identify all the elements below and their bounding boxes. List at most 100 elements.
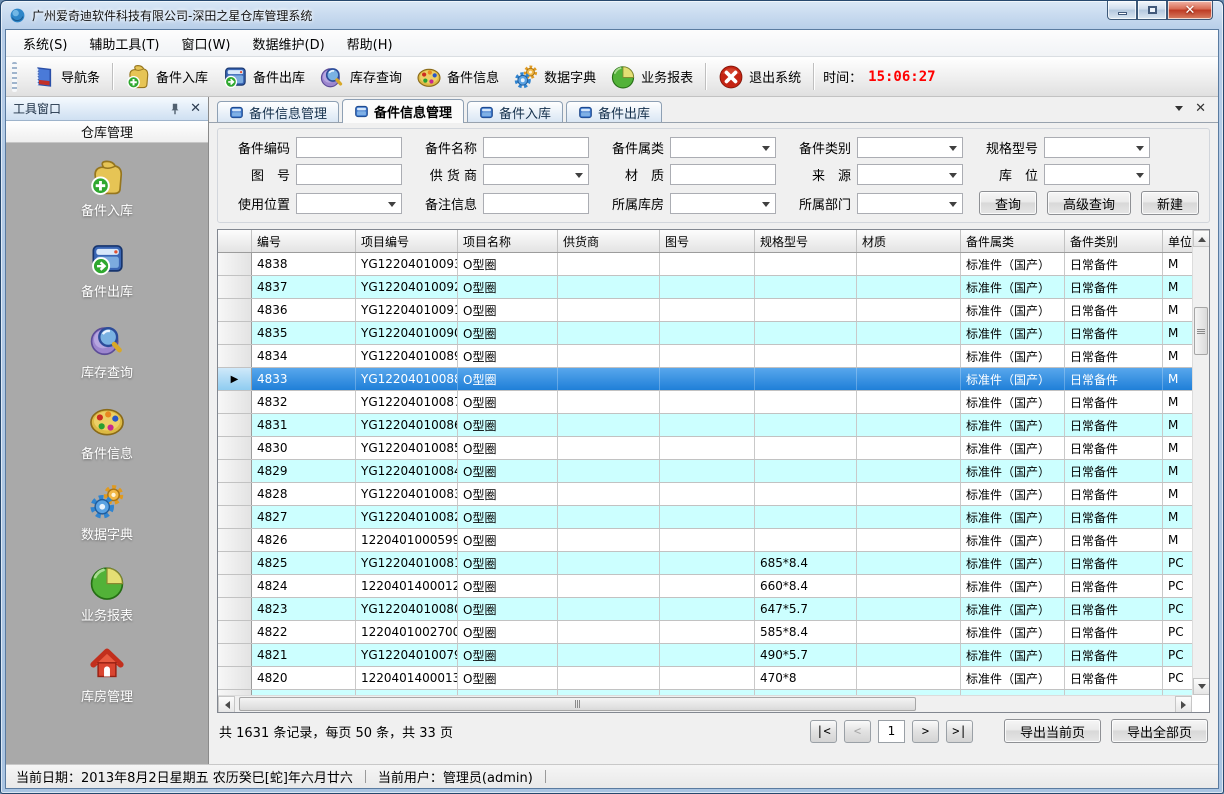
text-input-field[interactable] <box>296 137 402 158</box>
table-row[interactable]: ▶4833YG12204010088O型圈标准件（国产）日常备件M <box>218 368 1192 391</box>
row-header-cell[interactable] <box>218 345 252 367</box>
column-header[interactable]: 规格型号 <box>755 230 857 252</box>
dropdown-field[interactable] <box>1044 137 1150 158</box>
vertical-scroll-thumb[interactable] <box>1194 307 1208 355</box>
dropdown-field[interactable] <box>483 164 589 185</box>
close-button[interactable]: ✕ <box>1167 1 1213 20</box>
toolbar-grip[interactable] <box>12 62 17 92</box>
vertical-scroll-track[interactable] <box>1193 247 1209 678</box>
sidebar-item-1[interactable]: 备件入库 <box>6 159 208 219</box>
sidebar-item-6[interactable]: 业务报表 <box>6 564 208 624</box>
row-header-cell[interactable] <box>218 644 252 666</box>
table-row[interactable]: 4823YG12204010080O型圈647*5.7标准件（国产）日常备件PC <box>218 598 1192 621</box>
column-header[interactable]: 备件属类 <box>961 230 1065 252</box>
table-row[interactable]: 4832YG12204010087O型圈标准件（国产）日常备件M <box>218 391 1192 414</box>
tab-4[interactable]: 备件出库 <box>566 101 662 122</box>
query-button[interactable]: 查询 <box>979 191 1037 215</box>
column-header[interactable]: 备件类别 <box>1065 230 1163 252</box>
table-row[interactable]: 4827YG12204010082O型圈标准件（国产）日常备件M <box>218 506 1192 529</box>
column-header[interactable]: 项目名称 <box>458 230 558 252</box>
row-header-cell[interactable] <box>218 460 252 482</box>
table-row[interactable]: 4821YG12204010079O型圈490*5.7标准件（国产）日常备件PC <box>218 644 1192 667</box>
row-header-cell[interactable]: ▶ <box>218 368 252 390</box>
row-header-cell[interactable] <box>218 253 252 275</box>
new-button[interactable]: 新建 <box>1141 191 1199 215</box>
next-page-button[interactable]: > <box>912 720 939 743</box>
menu-item-1[interactable]: 系统(S) <box>12 31 78 56</box>
toolbar-button-5[interactable]: 备件信息 <box>409 60 506 94</box>
table-row[interactable]: 4836YG12204010091O型圈标准件（国产）日常备件M <box>218 299 1192 322</box>
dropdown-field[interactable] <box>670 193 776 214</box>
scroll-up-button[interactable] <box>1193 230 1210 247</box>
last-page-button[interactable]: >| <box>946 720 973 743</box>
row-header-cell[interactable] <box>218 621 252 643</box>
menu-item-4[interactable]: 数据维护(D) <box>242 31 336 56</box>
tab-3[interactable]: 备件入库 <box>467 101 563 122</box>
table-row[interactable]: 4834YG12204010089O型圈标准件（国产）日常备件M <box>218 345 1192 368</box>
toolbar-button-1[interactable]: 导航条 <box>23 60 107 94</box>
horizontal-scroll-thumb[interactable] <box>239 697 916 711</box>
text-input-field[interactable] <box>670 164 776 185</box>
menu-item-5[interactable]: 帮助(H) <box>336 31 404 56</box>
sidebar-close-icon[interactable]: ✕ <box>190 102 201 115</box>
column-header[interactable]: 单位 <box>1163 230 1192 252</box>
menu-item-2[interactable]: 辅助工具(T) <box>78 31 170 56</box>
dropdown-field[interactable] <box>857 193 963 214</box>
toolbar-button-4[interactable]: 库存查询 <box>312 60 409 94</box>
table-row[interactable]: 4835YG12204010090O型圈标准件（国产）日常备件M <box>218 322 1192 345</box>
table-row[interactable]: 48241220401400012O型圈660*8.4标准件（国产）日常备件PC <box>218 575 1192 598</box>
row-header-cell[interactable] <box>218 391 252 413</box>
horizontal-scroll-track[interactable] <box>235 696 1175 712</box>
export-all-pages-button[interactable]: 导出全部页 <box>1111 719 1208 743</box>
sidebar-item-4[interactable]: 备件信息 <box>6 402 208 462</box>
tab-list-dropdown-icon[interactable] <box>1175 106 1183 115</box>
row-header-cell[interactable] <box>218 276 252 298</box>
vertical-scrollbar[interactable] <box>1192 230 1209 695</box>
column-header[interactable]: 供货商 <box>558 230 660 252</box>
row-header-cell[interactable] <box>218 529 252 551</box>
row-header-cell[interactable] <box>218 575 252 597</box>
prev-page-button[interactable]: < <box>844 720 871 743</box>
row-header-cell[interactable] <box>218 483 252 505</box>
column-header[interactable]: 编号 <box>252 230 356 252</box>
scroll-left-button[interactable] <box>218 696 235 713</box>
export-current-page-button[interactable]: 导出当前页 <box>1004 719 1101 743</box>
table-row[interactable]: 4825YG12204010081O型圈685*8.4标准件（国产）日常备件PC <box>218 552 1192 575</box>
advanced-query-button[interactable]: 高级查询 <box>1047 191 1131 215</box>
sidebar-item-7[interactable]: 库房管理 <box>6 645 208 705</box>
row-header-cell[interactable] <box>218 414 252 436</box>
minimize-button[interactable] <box>1107 1 1137 20</box>
text-input-field[interactable] <box>296 164 402 185</box>
tab-2[interactable]: 备件信息管理 <box>342 99 464 123</box>
column-header[interactable]: 项目编号 <box>356 230 458 252</box>
dropdown-field[interactable] <box>1044 164 1150 185</box>
menu-item-3[interactable]: 窗口(W) <box>171 31 242 56</box>
toolbar-button-7[interactable]: 业务报表 <box>603 60 700 94</box>
table-row[interactable]: 4830YG12204010085O型圈标准件（国产）日常备件M <box>218 437 1192 460</box>
row-header-cell[interactable] <box>218 299 252 321</box>
scroll-right-button[interactable] <box>1175 696 1192 713</box>
pin-icon[interactable] <box>168 102 182 116</box>
tab-1[interactable]: 备件信息管理 <box>217 101 339 122</box>
dropdown-field[interactable] <box>857 164 963 185</box>
tab-close-icon[interactable]: ✕ <box>1195 102 1206 115</box>
toolbar-button-8[interactable]: 退出系统 <box>711 60 808 94</box>
table-row[interactable]: 4837YG12204010092O型圈标准件（国产）日常备件M <box>218 276 1192 299</box>
row-header-cell[interactable] <box>218 667 252 689</box>
dropdown-field[interactable] <box>857 137 963 158</box>
table-row[interactable]: 48201220401400013O型圈470*8标准件（国产）日常备件PC <box>218 667 1192 690</box>
table-row[interactable]: 4831YG12204010086O型圈标准件（国产）日常备件M <box>218 414 1192 437</box>
title-bar[interactable]: 广州爱奇迪软件科技有限公司-深田之星仓库管理系统 ✕ <box>1 1 1223 29</box>
sidebar-item-2[interactable]: 备件出库 <box>6 240 208 300</box>
table-row[interactable]: 4829YG12204010084O型圈标准件（国产）日常备件M <box>218 460 1192 483</box>
toolbar-button-3[interactable]: 备件出库 <box>215 60 312 94</box>
sidebar-item-3[interactable]: 库存查询 <box>6 321 208 381</box>
row-header-cell[interactable] <box>218 552 252 574</box>
row-header-cell[interactable] <box>218 506 252 528</box>
dropdown-field[interactable] <box>296 193 402 214</box>
dropdown-field[interactable] <box>670 137 776 158</box>
table-row[interactable]: 4828YG12204010083O型圈标准件（国产）日常备件M <box>218 483 1192 506</box>
scroll-down-button[interactable] <box>1193 678 1210 695</box>
horizontal-scrollbar[interactable] <box>218 695 1192 712</box>
table-row[interactable]: 48221220401002700O型圈585*8.4标准件（国产）日常备件PC <box>218 621 1192 644</box>
